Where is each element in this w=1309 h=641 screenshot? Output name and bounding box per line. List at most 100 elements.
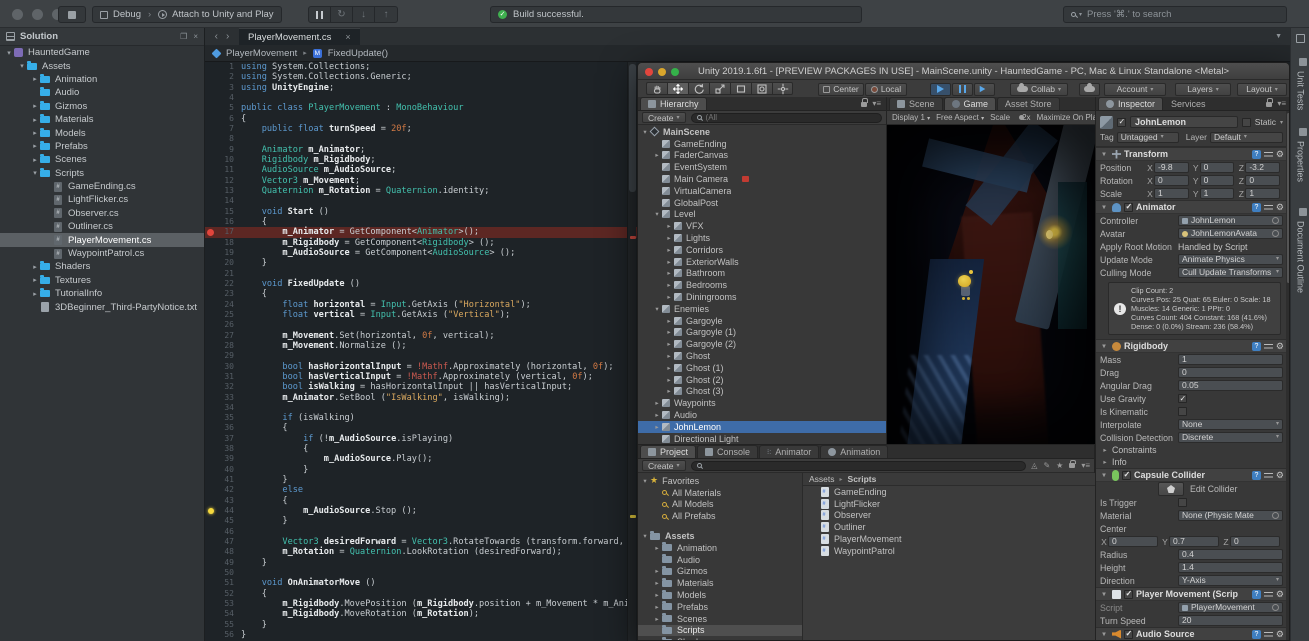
vs-window-controls[interactable] [12,9,63,20]
project-file-item[interactable]: WaypointPatrol [803,545,1095,557]
unity-close-icon[interactable] [645,68,653,76]
tab-inspector[interactable]: Inspector [1098,97,1163,110]
dock-layout-icon[interactable] [1296,34,1305,43]
value-field[interactable]: 1 [1178,354,1283,365]
solution-tree-item[interactable]: #Outliner.cs [0,220,204,233]
step-out-button[interactable]: ↑ [375,7,397,22]
pause-button[interactable] [952,83,973,96]
tab-project[interactable]: Project [640,445,696,458]
expander-icon[interactable]: ▸ [652,423,662,431]
expander-icon[interactable]: ▸ [664,258,674,266]
expander-icon[interactable]: ▸ [652,591,662,599]
hierarchy-item[interactable]: ▸Gargoyle [638,315,886,327]
scrollbar-thumb[interactable] [629,64,636,192]
object-field[interactable]: PlayerMovement [1178,602,1283,613]
tab-unit-tests[interactable]: Unit Tests [1291,54,1309,110]
project-file-item[interactable]: LightFlicker [803,498,1095,510]
axis-field[interactable]: -9.8 [1154,162,1189,173]
breadcrumb-class[interactable]: PlayerMovement [226,48,297,59]
component-header[interactable]: ▾Animator?⚙ [1096,200,1287,214]
value-field[interactable]: 20 [1178,615,1283,626]
tag-dropdown[interactable]: Untagged▾ [1117,132,1179,143]
dock-panel-icon[interactable]: ❐ [180,32,187,41]
rect-tool-button[interactable] [730,82,751,95]
transform-tool-button[interactable] [751,82,772,95]
enabled-checkbox[interactable] [1124,590,1133,599]
expander-icon[interactable]: ▸ [664,222,674,230]
move-tool-button[interactable] [667,82,688,95]
hierarchy-item[interactable]: ▸Ghost (2) [638,374,886,386]
gear-icon[interactable]: ⚙ [1276,342,1284,351]
solution-tree-item[interactable]: ▸Animation [0,73,204,86]
gear-icon[interactable]: ⚙ [1276,203,1284,212]
rotate-tool-button[interactable] [688,82,709,95]
minimize-window-icon[interactable] [32,9,43,20]
close-tab-icon[interactable]: × [345,32,350,42]
hierarchy-item[interactable]: ▸Audio [638,409,886,421]
hierarchy-item[interactable]: Main Camera [638,173,886,185]
expander-icon[interactable]: ▸ [664,293,674,301]
expander-icon[interactable]: ▸ [664,246,674,254]
help-icon[interactable]: ? [1252,471,1261,480]
display-dropdown[interactable]: Display 1 ▾ [892,113,930,122]
layers-dropdown[interactable]: Layers▾ [1175,83,1231,96]
project-tree-item[interactable]: All Materials [638,487,802,499]
hierarchy-item[interactable]: ▸Bedrooms [638,279,886,291]
expander-icon[interactable]: ▸ [652,579,662,587]
hierarchy-item[interactable]: VirtualCamera [638,185,886,197]
presets-icon[interactable] [1264,150,1273,159]
axis-field[interactable]: -3.2 [1245,162,1280,173]
active-checkbox[interactable] [1117,118,1126,127]
foldout-icon[interactable]: ▾ [1099,630,1109,638]
aspect-dropdown[interactable]: Free Aspect ▾ [936,113,984,122]
tab-asset-store[interactable]: Asset Store [997,97,1060,110]
expander-icon[interactable]: ▸ [664,269,674,277]
expander-icon[interactable]: ▸ [664,340,674,348]
unity-titlebar[interactable]: Unity 2019.1.6f1 - [PREVIEW PACKAGES IN … [638,63,1289,80]
value-field[interactable]: 0.05 [1178,380,1283,391]
hierarchy-item[interactable]: ▸ExteriorWalls [638,256,886,268]
hierarchy-item[interactable]: ▸VFX [638,220,886,232]
expander-icon[interactable]: ▸ [652,151,662,159]
project-tree-item[interactable]: ▸Gizmos [638,566,802,578]
hierarchy-item[interactable]: ▸Ghost (1) [638,362,886,374]
solution-tree-item[interactable]: ▸Models [0,126,204,139]
hierarchy-item[interactable]: Directional Light [638,433,886,444]
foldout-row[interactable]: ▸Constraints [1096,444,1287,456]
hierarchy-item[interactable]: ▸Ghost (3) [638,386,886,398]
tab-properties[interactable]: Properties [1291,124,1309,182]
presets-icon[interactable] [1264,630,1273,639]
help-icon[interactable]: ? [1252,342,1261,351]
foldout-icon[interactable]: ▾ [1099,471,1109,479]
object-field[interactable]: JohnLemon [1178,215,1283,226]
axis-field[interactable]: 0 [1230,536,1280,547]
static-dropdown-icon[interactable]: ▾ [1280,119,1283,126]
expander-icon[interactable]: ▾ [17,62,27,70]
project-tree-item[interactable]: All Prefabs [638,510,802,522]
maximize-on-play-toggle[interactable]: Maximize On Play [1037,113,1095,122]
panel-menu-icon[interactable]: ▾≡ [872,100,881,108]
hierarchy-create-button[interactable]: Create▾ [642,112,686,123]
run-configuration-dropdown[interactable]: Debug › Attach to Unity and Play [92,6,282,23]
help-icon[interactable]: ? [1252,203,1261,212]
project-tree-item[interactable]: ▸Scenes [638,613,802,625]
axis-field[interactable]: 0 [1154,175,1189,186]
account-dropdown[interactable]: Account▾ [1104,83,1166,96]
value-dropdown[interactable]: Y-Axis▾ [1178,575,1283,586]
help-icon[interactable]: ? [1252,630,1261,639]
expander-icon[interactable]: ▸ [652,544,662,552]
step-into-button[interactable]: ↓ [353,7,375,22]
expander-icon[interactable]: ▾ [652,210,662,218]
foldout-icon[interactable]: ▾ [1099,342,1109,350]
attach-target-label[interactable]: Attach to Unity and Play [172,9,273,20]
expander-icon[interactable]: ▸ [30,156,40,164]
object-picker-icon[interactable] [1272,604,1279,611]
hand-tool-button[interactable] [646,82,667,95]
label-icon[interactable]: ✎ [1043,461,1050,470]
project-create-button[interactable]: Create▾ [642,460,686,471]
hierarchy-item[interactable]: ▸Corridors [638,244,886,256]
solution-tree-item[interactable]: #GameEnding.cs [0,180,204,193]
expander-icon[interactable]: ▸ [664,328,674,336]
project-file-item[interactable]: GameEnding [803,486,1095,498]
global-search-input[interactable]: ▾ Press '⌘.' to search [1063,6,1287,23]
